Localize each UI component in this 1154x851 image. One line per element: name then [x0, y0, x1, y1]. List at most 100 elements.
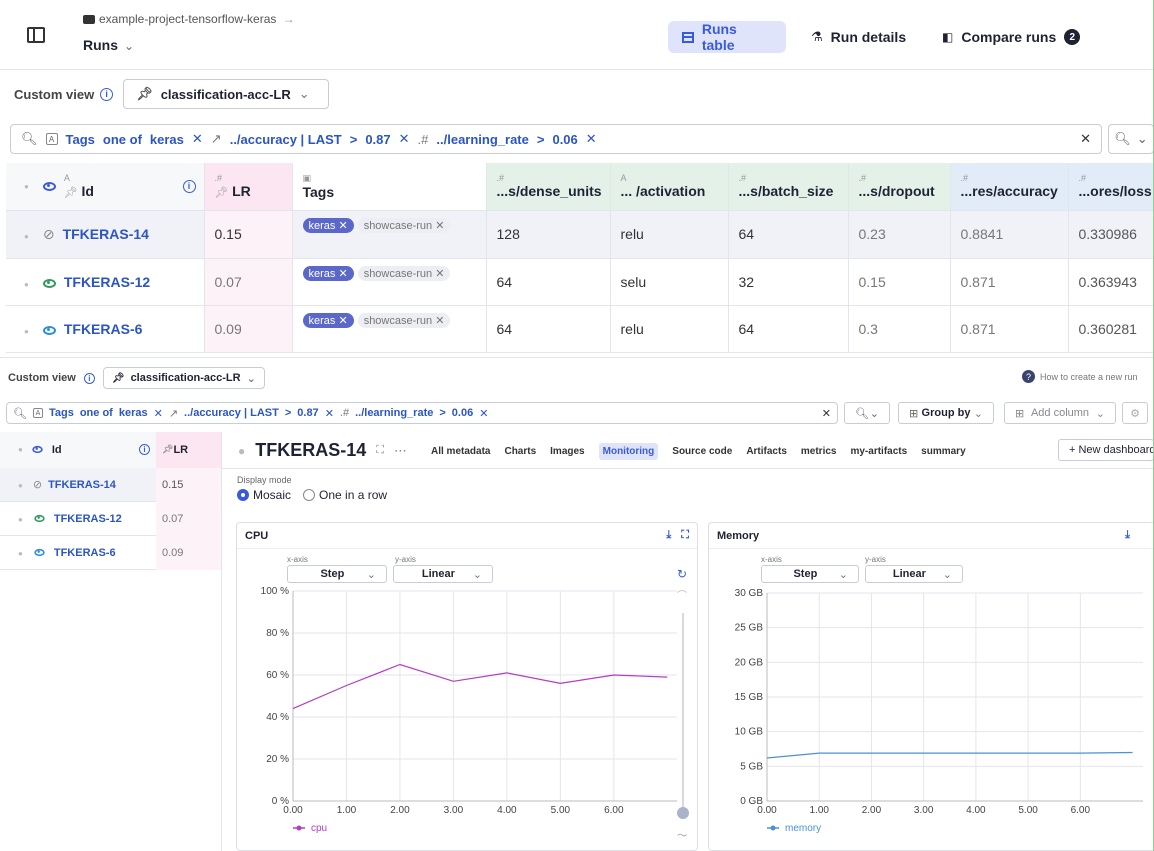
x-axis-select[interactable]: Step ⌄	[287, 565, 387, 583]
smoothing-icon[interactable]: ⌒	[677, 587, 687, 602]
tab-my-artifacts[interactable]: my-artifacts	[850, 446, 907, 457]
compact-cell-id[interactable]: ● TFKERAS-12	[0, 513, 156, 525]
table-row[interactable]: ● TFKERAS-12 0.07 keras ✕ showcase-run ✕ 6…	[6, 258, 1154, 306]
tag-chip[interactable]: showcase-run ✕	[357, 312, 451, 328]
list-item[interactable]: ● TFKERAS-12 0.07	[0, 501, 221, 536]
reset-zoom-icon[interactable]: ↻	[677, 567, 687, 581]
tag-chip[interactable]: keras ✕	[302, 312, 354, 328]
remove-filter-icon[interactable]: ✕	[325, 407, 334, 420]
tab-images[interactable]: Images	[550, 446, 584, 457]
tab-runs-table[interactable]: Runs table	[668, 21, 786, 53]
y-axis-select[interactable]: Linear ⌄	[865, 565, 963, 583]
run-id-link[interactable]: TFKERAS-12	[64, 274, 150, 290]
chart-type-icon[interactable]: 〜	[677, 827, 687, 842]
clear-query-icon[interactable]: ✕	[822, 407, 831, 420]
filter-accuracy-operator[interactable]: >	[350, 132, 358, 147]
column-header-activation[interactable]: A... /activation	[610, 163, 729, 211]
search-options-button[interactable]: 🔍︎ ⌄	[1108, 124, 1154, 154]
eye-icon[interactable]	[42, 278, 56, 288]
more-options-icon[interactable]: ⋯	[394, 443, 407, 459]
panel-toggle-icon[interactable]	[27, 27, 45, 43]
run-id-link[interactable]: TFKERAS-12	[54, 513, 122, 525]
filter-accuracy-field[interactable]: ../accuracy | LAST	[184, 407, 279, 419]
column-header-id[interactable]: ● A 📌︎ Id i	[6, 163, 205, 211]
query-filter-bar[interactable]: 🔍︎ A Tags one of keras ✕ ↗ ../accuracy |…	[10, 124, 1102, 154]
mode-mosaic-option[interactable]: Mosaic	[237, 488, 291, 502]
filter-tags-field[interactable]: Tags	[66, 132, 95, 147]
tag-chip[interactable]: showcase-run ✕	[357, 217, 451, 233]
eye-icon[interactable]	[42, 181, 56, 191]
column-header-dense-units[interactable]: .# ...s/dense_units	[486, 163, 611, 211]
add-column-button[interactable]: ⊞ Add column ⌄	[1004, 402, 1116, 424]
view-select[interactable]: 📌︎ classification-acc-LR ⌄	[123, 79, 330, 109]
breadcrumb[interactable]: example-project-tensorflow-keras →	[83, 12, 295, 26]
x-axis-select[interactable]: Step ⌄	[761, 565, 859, 583]
info-icon[interactable]: i	[100, 87, 114, 101]
filter-accuracy-value[interactable]: 0.87	[297, 407, 318, 419]
eye-icon[interactable]	[42, 325, 56, 335]
eye-icon[interactable]	[32, 445, 43, 454]
settings-button[interactable]: ⚙	[1122, 402, 1148, 424]
column-header-dropout[interactable]: .# ...s/dropout	[848, 163, 951, 211]
new-dashboard-button[interactable]: + New dashboard	[1058, 439, 1154, 461]
filter-tags-field[interactable]: Tags	[49, 407, 74, 419]
download-icon[interactable]: ⤓	[1125, 529, 1130, 542]
tab-monitoring[interactable]: Monitoring	[598, 443, 659, 460]
project-name[interactable]: example-project-tensorflow-keras	[99, 12, 276, 26]
filter-lr-operator[interactable]: >	[537, 132, 545, 147]
tab-artifacts[interactable]: Artifacts	[746, 446, 787, 457]
tag-chip[interactable]: keras ✕	[302, 217, 354, 233]
y-axis-select[interactable]: Linear ⌄	[393, 565, 493, 583]
how-to-create-run-link[interactable]: ? How to create a new run	[1022, 370, 1138, 383]
tab-metrics[interactable]: metrics	[801, 446, 837, 457]
table-row[interactable]: ● ⊘ TFKERAS-14 0.15 keras ✕ showcase-run ✕ …	[6, 210, 1154, 259]
tab-charts[interactable]: Charts	[504, 446, 536, 457]
view-select-small[interactable]: 📌︎ classification-acc-LR ⌄	[102, 367, 265, 389]
remove-filter-icon[interactable]: ✕	[154, 407, 163, 420]
column-header-loss[interactable]: .# ...ores/loss	[1068, 163, 1154, 211]
fullscreen-icon[interactable]: ⛶	[681, 529, 689, 542]
compact-cell-id[interactable]: ● TFKERAS-6	[0, 547, 156, 559]
eye-off-icon[interactable]: ⊘	[33, 479, 42, 491]
tab-summary[interactable]: summary	[921, 446, 965, 457]
info-icon[interactable]: i	[182, 179, 196, 193]
tab-source-code[interactable]: Source code	[672, 446, 732, 457]
remove-filter-icon[interactable]: ✕	[479, 407, 488, 420]
filter-tags-value[interactable]: keras	[150, 132, 184, 147]
filter-tags-operator[interactable]: one of	[80, 407, 113, 419]
mode-row-option[interactable]: One in a row	[303, 488, 387, 502]
filter-accuracy-operator[interactable]: >	[285, 407, 291, 419]
run-id-link[interactable]: TFKERAS-6	[54, 547, 116, 559]
smoothing-slider-handle[interactable]	[677, 807, 689, 819]
remove-filter-icon[interactable]: ✕	[586, 131, 597, 147]
tag-chip[interactable]: keras ✕	[302, 265, 354, 281]
smoothing-slider-track[interactable]	[682, 613, 684, 809]
column-header-accuracy[interactable]: .# ...res/accuracy	[950, 163, 1069, 211]
filter-accuracy-field[interactable]: ../accuracy | LAST	[230, 132, 342, 147]
run-id-link[interactable]: TFKERAS-14	[48, 479, 116, 491]
tab-run-details[interactable]: ⚗ Run details	[797, 21, 920, 53]
download-icon[interactable]: ⤓	[666, 529, 671, 542]
run-id-link[interactable]: TFKERAS-14	[63, 226, 149, 242]
remove-filter-icon[interactable]: ✕	[399, 131, 410, 147]
cell-tags[interactable]: keras ✕ showcase-run ✕	[292, 258, 487, 306]
run-id-link[interactable]: TFKERAS-6	[64, 321, 143, 337]
eye-off-icon[interactable]: ⊘	[43, 226, 55, 242]
info-icon[interactable]: i	[139, 444, 150, 455]
list-item[interactable]: ● TFKERAS-6 0.09	[0, 535, 221, 570]
cell-id[interactable]: ● TFKERAS-6	[6, 305, 205, 353]
cell-id[interactable]: ● ⊘ TFKERAS-14	[6, 210, 205, 259]
cell-id[interactable]: ● TFKERAS-12	[6, 258, 205, 306]
tab-all-metadata[interactable]: All metadata	[431, 446, 490, 457]
filter-lr-value[interactable]: 0.06	[552, 132, 577, 147]
filter-lr-value[interactable]: 0.06	[452, 407, 473, 419]
compact-header-id[interactable]: ● Id i	[0, 431, 156, 468]
filter-lr-field[interactable]: ../learning_rate	[355, 407, 433, 419]
info-icon[interactable]: i	[83, 372, 95, 384]
eye-icon[interactable]	[34, 548, 45, 556]
column-header-tags[interactable]: ▣ Tags	[292, 163, 487, 211]
remove-filter-icon[interactable]: ✕	[192, 131, 203, 147]
compact-header-lr[interactable]: 📌︎ LR	[156, 431, 221, 468]
group-by-button[interactable]: ⊞ Group by ⌄	[898, 402, 994, 424]
query-filter-bar-small[interactable]: 🔍︎ A Tags one of keras ✕ ↗ ../accuracy |…	[6, 402, 838, 424]
